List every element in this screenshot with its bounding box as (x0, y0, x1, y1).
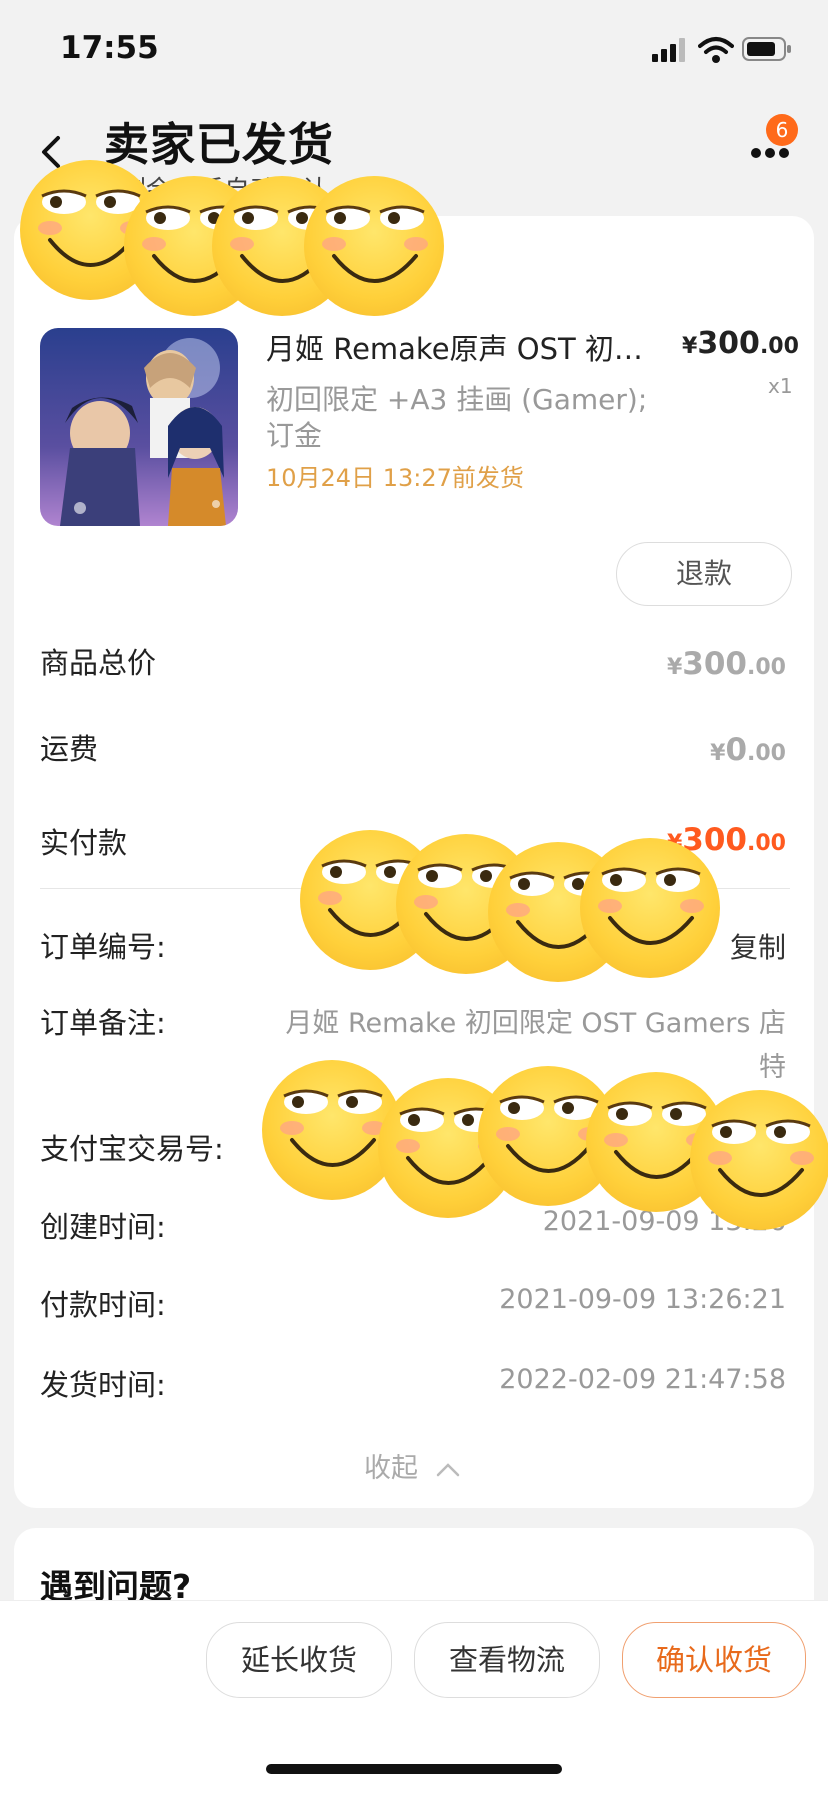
copy-order-number-button[interactable]: 复制 (730, 926, 786, 966)
confirm-receipt-button[interactable]: 确认收货 (622, 1622, 806, 1698)
shipped-time-label: 发货时间: (40, 1368, 166, 1402)
collapse-toggle[interactable]: 收起 (364, 1446, 461, 1485)
view-logistics-button[interactable]: 查看物流 (414, 1622, 600, 1698)
alipay-label: 支付宝交易号: (40, 1132, 224, 1166)
product-price: ¥300.00 (682, 326, 799, 361)
paid-label: 实付款 (40, 826, 128, 860)
emoji-sticker-icon (580, 838, 720, 978)
battery-icon (742, 37, 791, 61)
message-count-badge: 6 (766, 114, 798, 146)
order-note-label: 订单备注: (40, 1006, 166, 1040)
emoji-sticker-icon (304, 176, 444, 316)
total-label: 商品总价 (40, 646, 157, 680)
payment-time-value: 2021-09-09 13:26:21 (499, 1284, 786, 1315)
ship-eta: 10月24日 13:27前发货 (266, 464, 524, 492)
more-icon[interactable] (750, 146, 790, 160)
chevron-up-icon (436, 1462, 459, 1476)
product-quantity: x1 (768, 374, 793, 398)
extend-receipt-button[interactable]: 延长收货 (206, 1622, 392, 1698)
payment-time-label: 付款时间: (40, 1288, 166, 1322)
shipped-time-value: 2022-02-09 21:47:58 (499, 1364, 786, 1395)
status-time: 17:55 (60, 30, 159, 66)
product-spec: 初回限定 +A3 挂画 (Gamer); 订金 (266, 383, 648, 452)
signal-icon (652, 38, 685, 62)
product-title[interactable]: 月姬 Remake原声 OST 初… (266, 326, 656, 368)
collapse-label: 收起 (364, 1453, 418, 1484)
refund-button[interactable]: 退款 (616, 542, 792, 606)
shipping-amount: ¥0.00 (710, 732, 786, 768)
emoji-sticker-icon (690, 1090, 828, 1230)
order-number-label: 订单编号: (40, 930, 166, 964)
wifi-icon (698, 37, 734, 63)
created-label: 创建时间: (40, 1210, 166, 1244)
shipping-label: 运费 (40, 732, 99, 766)
product-thumbnail[interactable] (40, 328, 238, 526)
home-indicator (266, 1764, 562, 1774)
total-amount: ¥300.00 (666, 646, 786, 682)
